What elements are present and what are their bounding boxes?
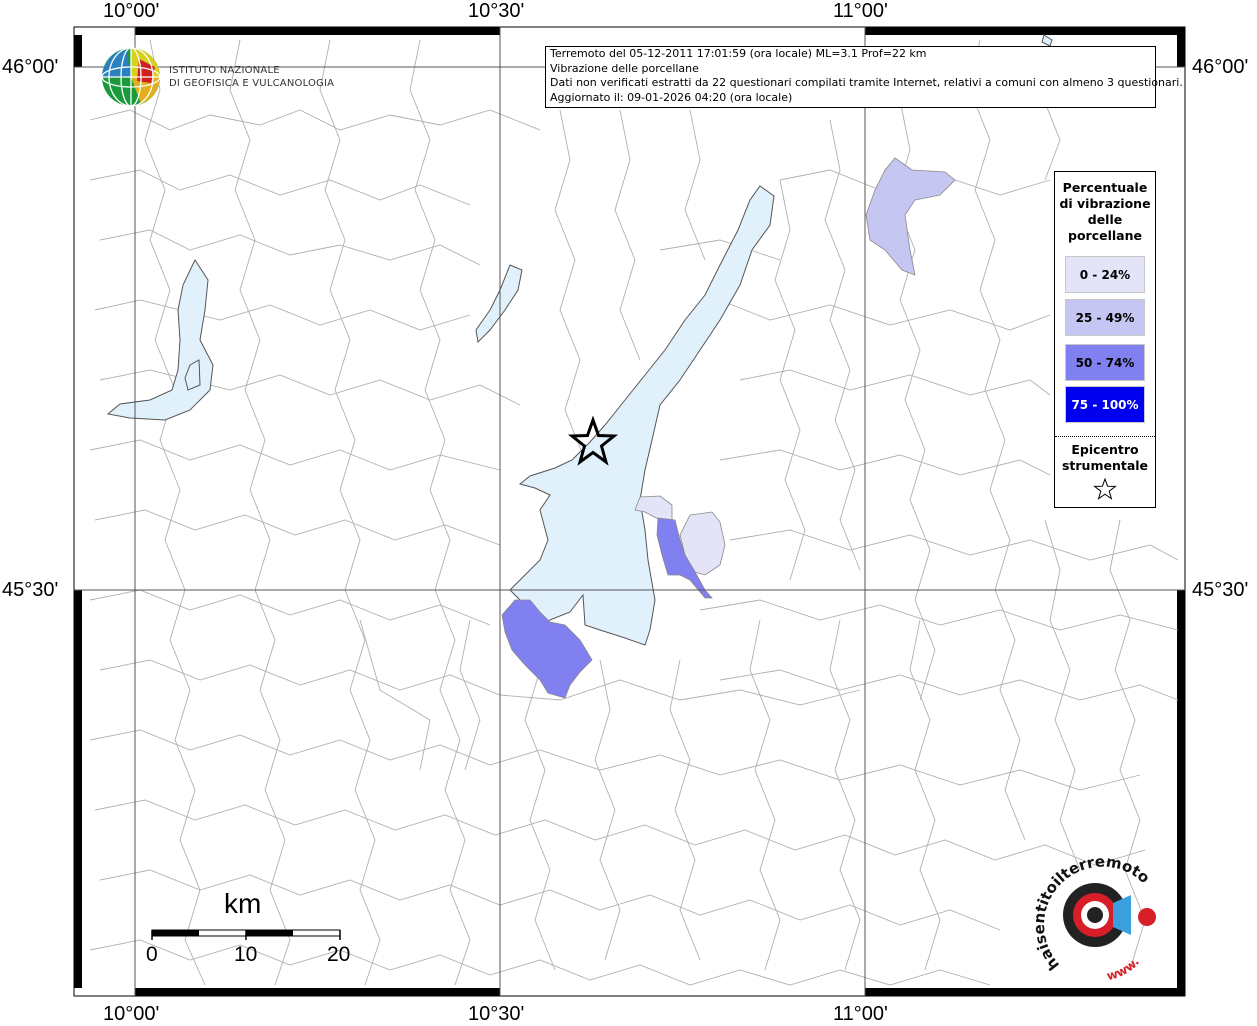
haisentito-watermark: haisentitoilterremoto.it www. <box>1030 855 1153 983</box>
map-subject: Vibrazione delle porcellane <box>550 61 699 75</box>
lon-label-bottom-3: 11°00' <box>833 1003 888 1025</box>
legend-label-75-100: 75 - 100% <box>1071 397 1139 412</box>
scale-tick-10: 10 <box>234 943 258 966</box>
lon-label-bottom-1: 10°00' <box>103 1003 160 1025</box>
legend-title: Percentuale di vibrazione delle porcella… <box>1055 180 1155 244</box>
data-note: Dati non verificati estratti da 22 quest… <box>550 76 1183 89</box>
lon-label-top-1: 10°00' <box>103 0 160 22</box>
lon-label-bottom-2: 10°30' <box>468 1003 525 1025</box>
watermark-text: haisentitoilterremoto.it <box>1030 855 1153 974</box>
event-title: Terremoto del 05-12-2011 17:01:59 (ora l… <box>550 47 927 60</box>
ingv-logo-icon <box>101 47 161 107</box>
lat-label-left-2: 45°30' <box>2 579 59 601</box>
epicenter-legend-title: Epicentro strumentale <box>1055 442 1155 474</box>
epicenter-legend-line-2: strumentale <box>1061 458 1149 473</box>
institute-line-2: DI GEOFISICA E VULCANOLOGIA <box>169 78 335 89</box>
lat-label-left-1: 46°00' <box>2 56 59 78</box>
scale-tick-20: 20 <box>327 943 351 966</box>
lon-label-top-3: 11°00' <box>833 0 888 22</box>
legend-label-50-74: 50 - 74% <box>1075 355 1135 370</box>
lon-label-top-2: 10°30' <box>468 0 525 22</box>
scale-unit: km <box>224 888 262 919</box>
scale-tick-0: 0 <box>146 943 158 966</box>
institute-name: ISTITUTO NAZIONALE DI GEOFISICA E VULCAN… <box>169 64 334 90</box>
epicenter-legend-line-1: Epicentro <box>1071 442 1139 457</box>
legend-item-75-100: 75 - 100% <box>1065 386 1145 423</box>
legend-separator <box>1055 436 1155 437</box>
svg-text:haisentitoilterremoto.it: haisentitoilterremoto.it <box>1030 855 1153 974</box>
lat-label-right-2: 45°30' <box>1192 579 1249 601</box>
legend-label-25-49: 25 - 49% <box>1075 310 1135 325</box>
legend-title-line-3: delle <box>1087 212 1123 227</box>
event-info-box: Terremoto del 05-12-2011 17:01:59 (ora l… <box>545 46 1183 108</box>
legend-title-line-1: Percentuale <box>1062 180 1148 195</box>
legend-item-25-49: 25 - 49% <box>1065 299 1145 336</box>
legend-label-0-24: 0 - 24% <box>1079 267 1131 282</box>
legend-item-50-74: 50 - 74% <box>1065 344 1145 381</box>
lat-label-right-1: 46°00' <box>1192 56 1249 78</box>
legend-title-line-2: di vibrazione <box>1059 196 1151 211</box>
legend: Percentuale di vibrazione delle porcella… <box>1054 171 1156 508</box>
update-time: Aggiornato il: 09-01-2026 04:20 (ora loc… <box>550 90 793 104</box>
legend-item-0-24: 0 - 24% <box>1065 256 1145 293</box>
institute-line-1: ISTITUTO NAZIONALE <box>169 65 280 76</box>
watermark-url: www. <box>1105 955 1142 983</box>
epicenter-legend-star-icon <box>1093 478 1117 500</box>
legend-title-line-4: porcellane <box>1068 228 1142 243</box>
svg-text:www.: www. <box>1105 955 1142 983</box>
